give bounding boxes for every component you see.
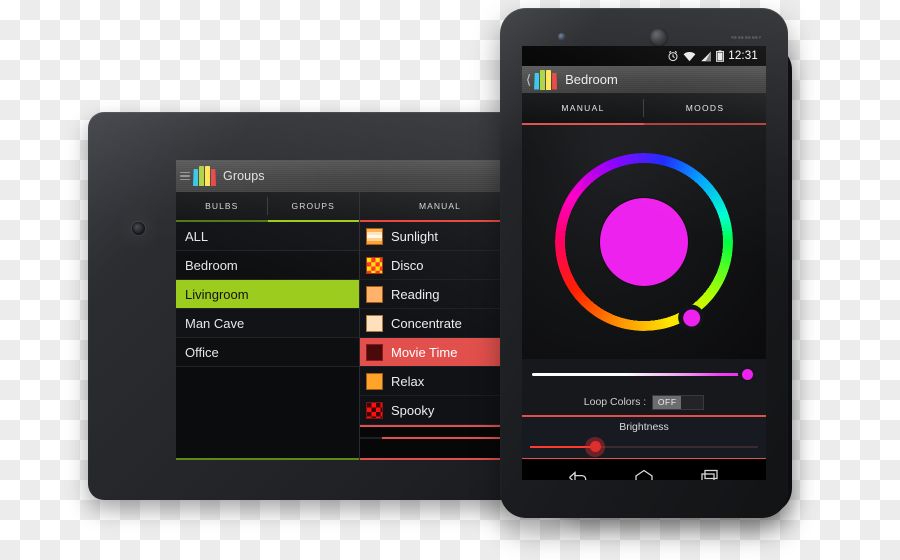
status-bar-clock: 12:31: [728, 50, 758, 62]
tab-manual[interactable]: MANUAL: [522, 93, 644, 123]
moods-list: Sunlight Disco Reading Concentrate Movie…: [360, 222, 520, 458]
status-bar: 12:31: [522, 46, 766, 66]
mood-swatch-icon: [366, 372, 383, 390]
list-item[interactable]: Sunlight: [360, 222, 520, 251]
tab-manual-label: MANUAL: [418, 201, 462, 211]
group-label: Livingroom: [185, 286, 249, 302]
loop-colors-toggle-state: OFF: [653, 395, 682, 409]
moods-divider: [360, 425, 520, 427]
groups-pane: BULBS GROUPS ALL Bedroom Livingroom Man …: [176, 192, 360, 460]
loop-colors-row: Loop Colors : OFF: [522, 389, 766, 415]
loop-colors-toggle[interactable]: OFF: [652, 394, 705, 410]
mood-swatch-icon: [366, 285, 383, 303]
tablet-app-title: Groups: [223, 169, 265, 183]
saturation-handle[interactable]: [738, 365, 756, 383]
mood-label: Relax: [391, 373, 425, 389]
tab-groups-label: GROUPS: [291, 201, 335, 211]
selected-color-preview: [600, 198, 688, 286]
mood-label: Spooky: [391, 402, 435, 418]
list-item[interactable]: Disco: [360, 251, 520, 280]
list-item-selected[interactable]: Movie Time: [360, 338, 520, 367]
tablet-device: Groups BULBS GROUPS ALL Bedroom Livingro…: [88, 112, 520, 500]
brightness-track: [530, 445, 758, 448]
brightness-fill: [530, 445, 592, 448]
list-item[interactable]: Reading: [360, 280, 520, 309]
moods-footer-rule: [382, 437, 514, 439]
chevron-left-icon[interactable]: ⟨: [526, 72, 531, 88]
mood-swatch-icon: [366, 256, 383, 274]
group-label: ALL: [185, 228, 209, 244]
brightness-label: Brightness: [619, 420, 669, 433]
alarm-clock-icon: [668, 50, 678, 62]
front-camera-icon: [558, 33, 566, 41]
saturation-slider[interactable]: [522, 359, 766, 389]
list-item[interactable]: Office: [176, 338, 359, 367]
phone-device: 12:31 ⟨ Bedroom MANUAL MOODS Loop Colors…: [500, 8, 788, 518]
phone-navigation-bar: [522, 459, 766, 480]
tablet-body: BULBS GROUPS ALL Bedroom Livingroom Man …: [176, 192, 520, 460]
saturation-track: [532, 372, 756, 376]
moods-tabbar: MANUAL: [360, 192, 520, 220]
brightness-handle[interactable]: [585, 436, 606, 457]
groups-bottom-rail: [176, 458, 359, 460]
battery-icon: [716, 50, 725, 62]
earpiece-speaker-icon: [731, 34, 761, 39]
tab-moods-label: MOODS: [685, 103, 725, 113]
list-item[interactable]: Bedroom: [176, 251, 359, 280]
group-label: Office: [185, 344, 219, 360]
list-item[interactable]: Spooky: [360, 396, 520, 425]
home-icon[interactable]: [631, 467, 657, 480]
tab-bulbs[interactable]: BULBS: [176, 192, 268, 220]
front-camera-icon: [132, 222, 145, 235]
moods-bottom-rail: [360, 458, 520, 460]
wifi-icon: [683, 51, 696, 61]
tab-moods[interactable]: MOODS: [644, 93, 766, 123]
color-wheel-handle[interactable]: [678, 304, 705, 331]
phone-tabbar: MANUAL MOODS: [522, 93, 766, 123]
screenshot-stage: Groups BULBS GROUPS ALL Bedroom Livingro…: [0, 0, 900, 560]
recents-icon[interactable]: [698, 467, 722, 480]
group-label: Man Cave: [185, 315, 245, 331]
groups-list: ALL Bedroom Livingroom Man Cave Office: [176, 222, 359, 458]
phone-app-header: ⟨ Bedroom: [522, 66, 766, 93]
tab-bulbs-label: BULBS: [205, 201, 239, 211]
moods-pane: MANUAL Sunlight Disco Reading Concentrat…: [360, 192, 520, 460]
mood-label: Reading: [391, 286, 440, 302]
tab-groups[interactable]: GROUPS: [268, 192, 360, 220]
tablet-app-header: Groups: [176, 160, 520, 192]
proximity-sensor-icon: [649, 28, 668, 47]
tab-manual[interactable]: MANUAL: [360, 192, 520, 220]
list-item[interactable]: Concentrate: [360, 309, 520, 338]
color-wheel-area: [522, 125, 766, 359]
lamp-logo-icon: [534, 69, 558, 90]
mood-swatch-icon: [366, 401, 383, 419]
brightness-panel: Brightness: [522, 416, 766, 458]
mood-label: Concentrate: [391, 315, 462, 331]
lamp-logo-icon: [193, 166, 216, 186]
list-item[interactable]: Man Cave: [176, 309, 359, 338]
tablet-screen: Groups BULBS GROUPS ALL Bedroom Livingro…: [176, 160, 520, 460]
mood-swatch-icon: [366, 314, 383, 332]
mood-swatch-icon: [366, 227, 383, 245]
brightness-slider[interactable]: [522, 436, 766, 458]
phone-page-title: Bedroom: [565, 72, 618, 87]
mood-label: Sunlight: [391, 228, 438, 244]
mood-label: Disco: [391, 257, 424, 273]
group-label: Bedroom: [185, 257, 238, 273]
loop-colors-label: Loop Colors :: [583, 396, 647, 408]
list-item-selected[interactable]: Livingroom: [176, 280, 359, 309]
list-item[interactable]: ALL: [176, 222, 359, 251]
phone-screen: 12:31 ⟨ Bedroom MANUAL MOODS Loop Colors…: [522, 46, 766, 480]
signal-bars-icon: [701, 51, 712, 61]
mood-label: Movie Time: [391, 344, 458, 360]
mood-swatch-icon: [366, 343, 383, 361]
groups-tabbar: BULBS GROUPS: [176, 192, 359, 220]
moods-footer-pane: [360, 437, 520, 439]
list-item[interactable]: Relax: [360, 367, 520, 396]
tab-manual-label: MANUAL: [561, 103, 605, 113]
back-icon[interactable]: [566, 467, 590, 480]
hamburger-menu-icon[interactable]: [180, 171, 190, 181]
